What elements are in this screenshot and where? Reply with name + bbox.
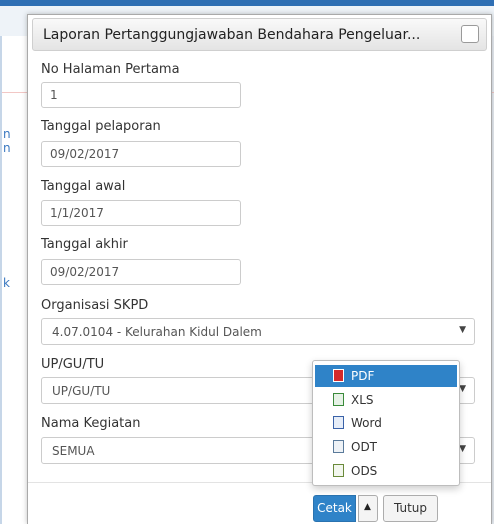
export-item-odt[interactable]: ODT xyxy=(315,436,457,458)
nama-kegiatan-value: SEMUA xyxy=(52,444,95,458)
tanggal-akhir-input[interactable] xyxy=(41,259,241,285)
no-halaman-input[interactable] xyxy=(41,82,241,108)
nama-kegiatan-label: Nama Kegiatan xyxy=(41,416,141,431)
organisasi-skpd-select[interactable]: 4.07.0104 - Kelurahan Kidul Dalem ▼ xyxy=(41,318,475,345)
dialog-titlebar[interactable]: Laporan Pertanggungjawaban Bendahara Pen… xyxy=(32,18,487,51)
export-item-label: Word xyxy=(351,416,382,430)
tanggal-awal-label: Tanggal awal xyxy=(41,179,126,194)
close-icon[interactable] xyxy=(461,25,479,43)
export-item-xls[interactable]: XLS xyxy=(315,389,457,411)
export-item-word[interactable]: Word xyxy=(315,412,457,434)
caret-up-icon: ▲ xyxy=(364,502,371,512)
tutup-button[interactable]: Tutup xyxy=(383,495,438,522)
background-text-fragment[interactable]: n xyxy=(3,127,11,141)
chevron-down-icon: ▼ xyxy=(459,444,466,454)
background-text-fragment[interactable]: n xyxy=(3,141,11,155)
background-rule xyxy=(2,92,27,93)
tanggal-awal-input[interactable] xyxy=(41,200,241,226)
upgutu-value: UP/GU/TU xyxy=(52,384,111,398)
tanggal-pelaporan-label: Tanggal pelaporan xyxy=(41,119,161,134)
chevron-down-icon: ▼ xyxy=(459,325,466,335)
export-item-label: ODS xyxy=(351,464,378,478)
export-item-pdf[interactable]: PDF xyxy=(315,365,457,387)
export-dropdown-toggle[interactable]: ▲ xyxy=(358,495,378,522)
export-item-ods[interactable]: ODS xyxy=(315,460,457,482)
organisasi-skpd-label: Organisasi SKPD xyxy=(41,298,149,313)
pdf-icon xyxy=(333,369,344,382)
chevron-down-icon: ▼ xyxy=(459,384,466,394)
background-left-border xyxy=(0,36,2,524)
export-item-label: XLS xyxy=(351,393,374,407)
tanggal-akhir-label: Tanggal akhir xyxy=(41,237,128,252)
ods-icon xyxy=(333,464,344,477)
cetak-button[interactable]: Cetak xyxy=(313,495,356,522)
xls-icon xyxy=(333,393,344,406)
report-dialog: Laporan Pertanggungjawaban Bendahara Pen… xyxy=(27,14,492,524)
upgutu-label: UP/GU/TU xyxy=(41,357,105,372)
export-format-menu: PDF XLS Word ODT ODS xyxy=(312,360,460,486)
export-item-label: ODT xyxy=(351,440,378,454)
export-item-label: PDF xyxy=(351,369,375,383)
tanggal-pelaporan-input[interactable] xyxy=(41,141,241,167)
no-halaman-label: No Halaman Pertama xyxy=(41,62,180,77)
background-text-fragment[interactable]: k xyxy=(3,276,10,290)
odt-icon xyxy=(333,440,344,453)
word-icon xyxy=(333,416,344,429)
organisasi-skpd-value: 4.07.0104 - Kelurahan Kidul Dalem xyxy=(52,325,262,339)
dialog-title: Laporan Pertanggungjawaban Bendahara Pen… xyxy=(43,27,421,43)
